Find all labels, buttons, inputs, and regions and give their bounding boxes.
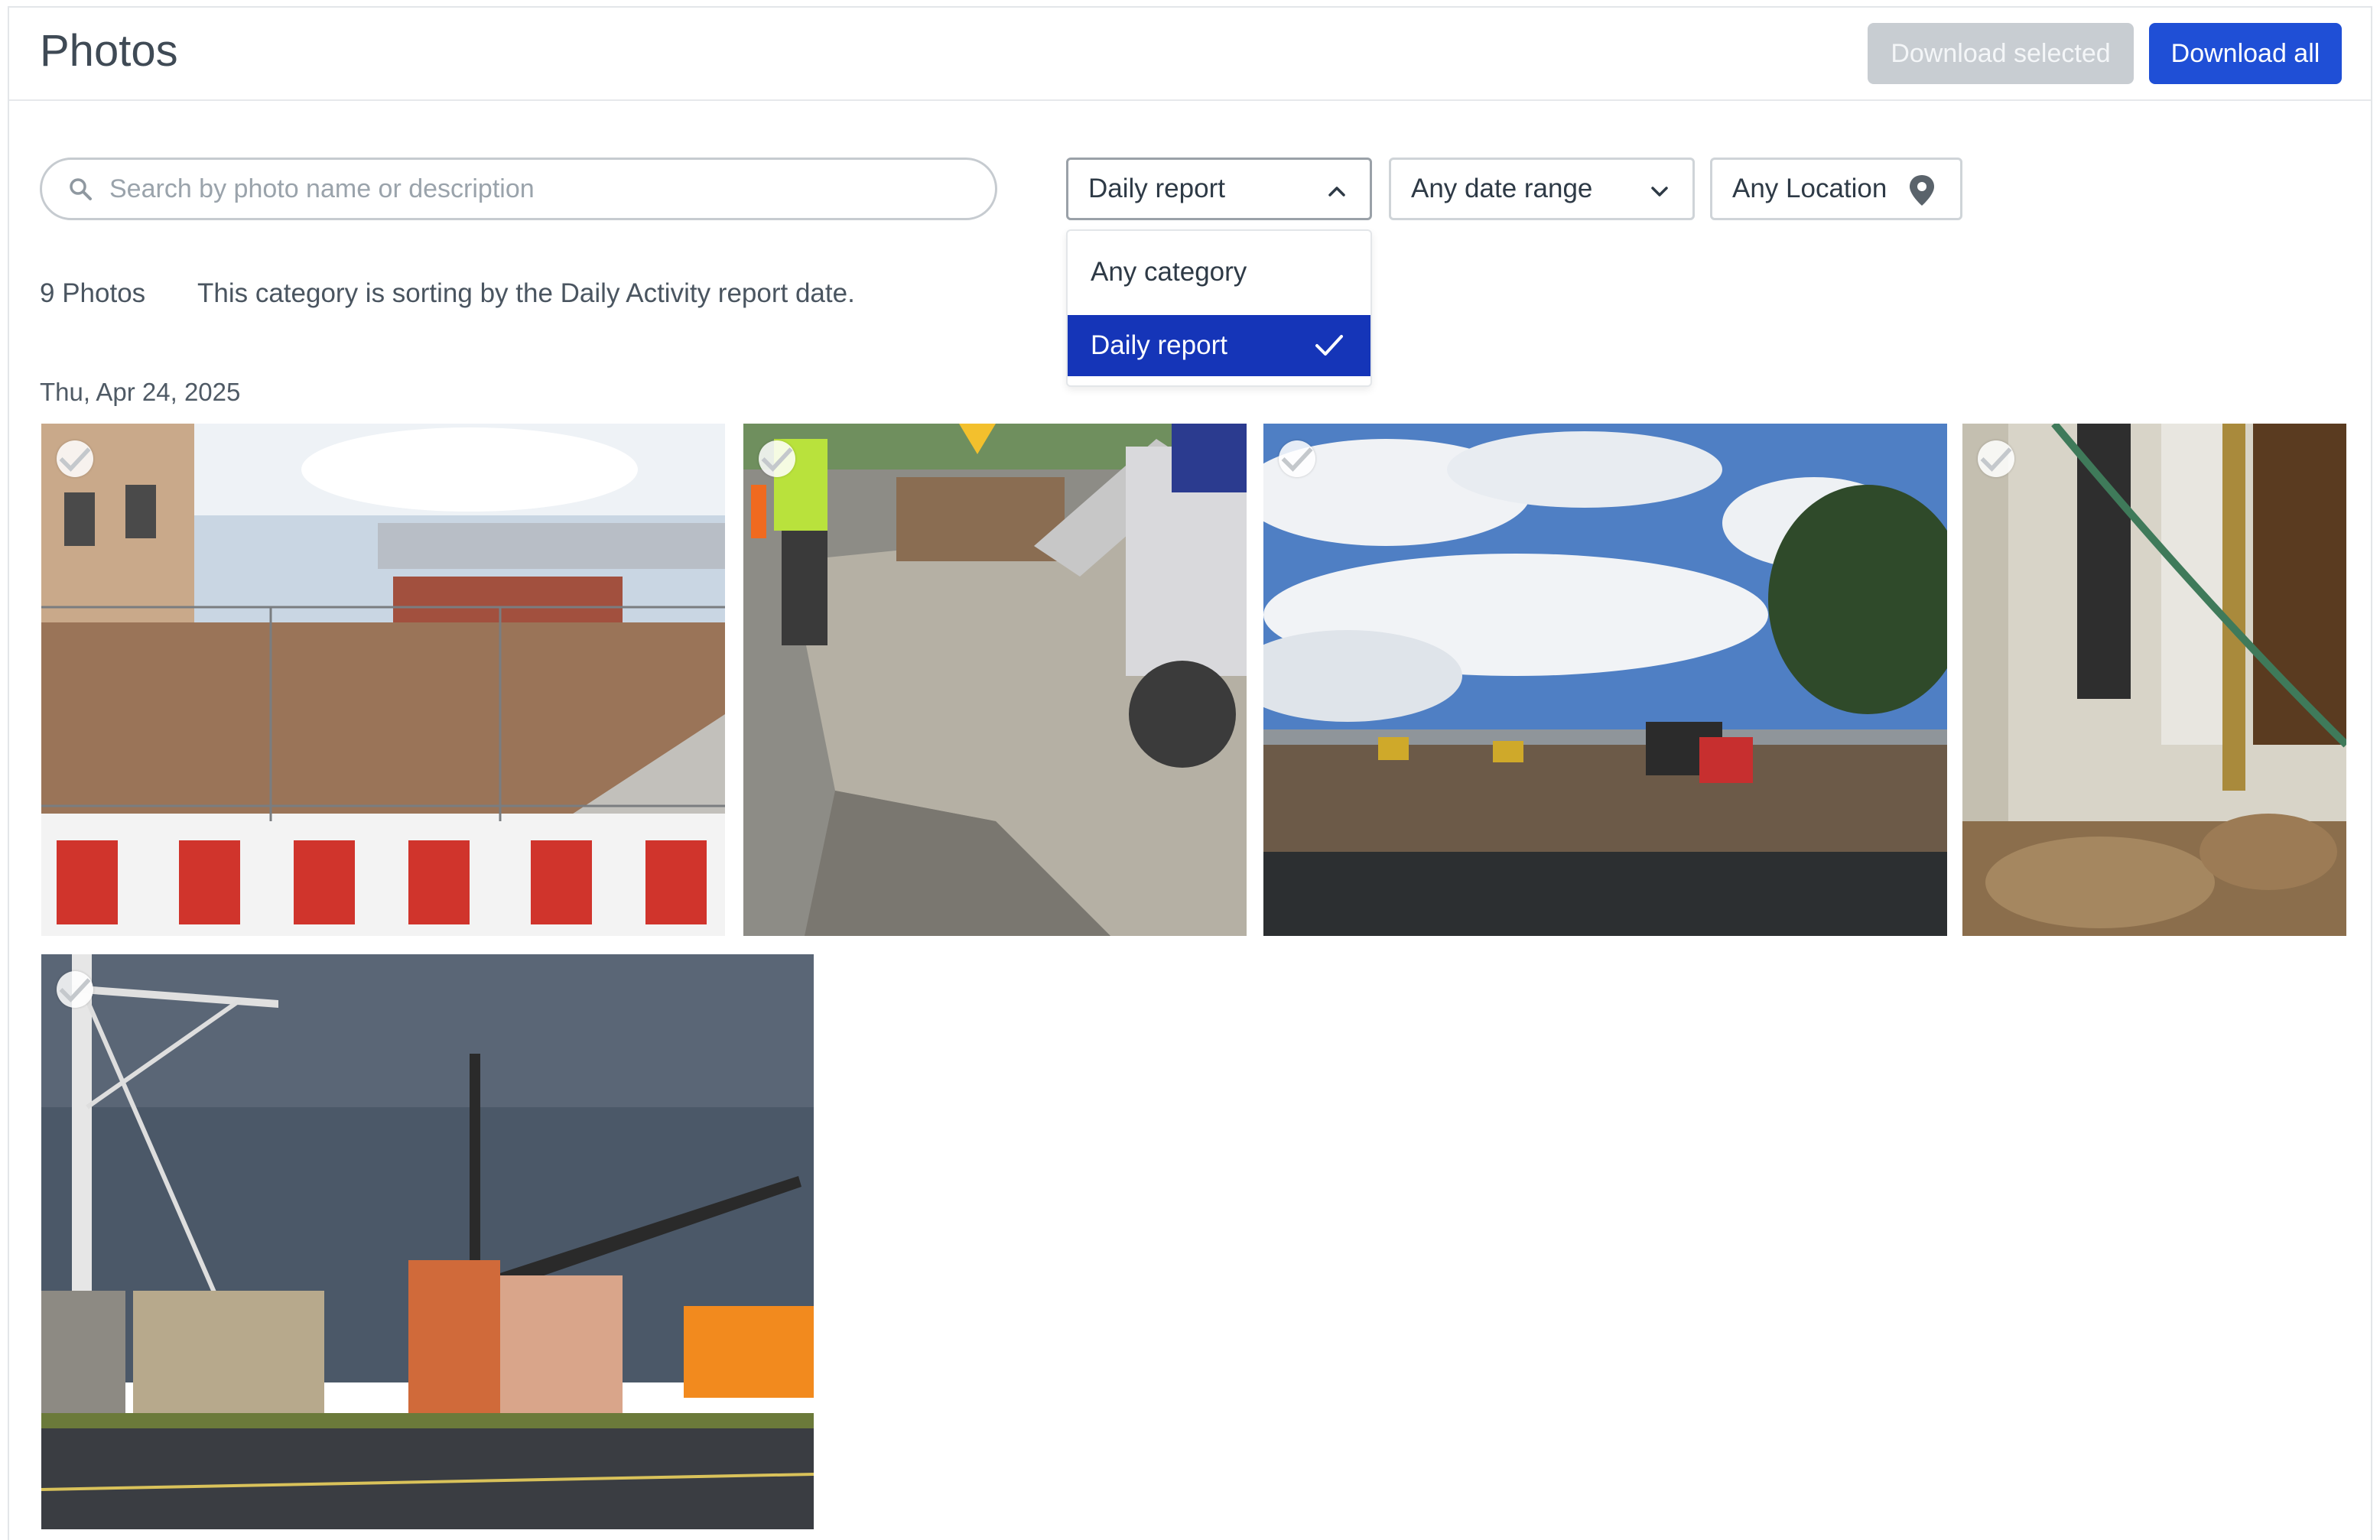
search-input[interactable]	[108, 173, 952, 205]
photo-tile[interactable]	[41, 954, 814, 1529]
check-icon	[1980, 447, 2012, 472]
sort-note: This category is sorting by the Daily Ac…	[197, 278, 855, 308]
photo-tile[interactable]	[743, 424, 1247, 936]
date-range-filter-value: Any date range	[1411, 174, 1593, 203]
dropdown-option-label: Daily report	[1091, 330, 1227, 360]
dropdown-option-daily-report[interactable]: Daily report	[1068, 315, 1370, 376]
page-header: Photos Download selected Download all	[9, 8, 2371, 101]
photo-image	[1263, 424, 1947, 936]
photo-tile[interactable]	[41, 424, 725, 936]
check-icon	[1281, 447, 1313, 472]
photo-count: 9 Photos	[40, 278, 146, 308]
photo-image	[743, 424, 1247, 936]
category-dropdown-menu: Any category Daily report	[1066, 229, 1372, 387]
check-icon	[59, 447, 91, 472]
location-pin-icon	[1910, 175, 1934, 206]
download-selected-button[interactable]: Download selected	[1868, 23, 2134, 84]
category-filter-value: Daily report	[1088, 174, 1225, 203]
dropdown-option-any-category[interactable]: Any category	[1068, 242, 1370, 303]
select-checkbox[interactable]	[57, 440, 93, 477]
category-filter[interactable]: Daily report	[1066, 158, 1372, 220]
download-all-button[interactable]: Download all	[2149, 23, 2342, 84]
photo-image	[1962, 424, 2346, 936]
location-filter[interactable]: Any Location	[1710, 158, 1962, 220]
checkmark-icon	[1315, 335, 1343, 356]
search-icon	[65, 174, 96, 204]
photos-page: Photos Download selected Download all Da…	[8, 6, 2372, 1540]
date-group-heading: Thu, Apr 24, 2025	[40, 378, 241, 406]
photo-tile[interactable]	[1962, 424, 2346, 936]
location-filter-value: Any Location	[1732, 174, 1887, 203]
select-checkbox[interactable]	[1279, 440, 1315, 477]
photo-image	[41, 954, 814, 1529]
chevron-up-icon	[1328, 187, 1345, 197]
photo-tile[interactable]	[1263, 424, 1947, 936]
dropdown-option-label: Any category	[1091, 257, 1247, 287]
check-icon	[761, 447, 793, 472]
chevron-down-icon	[1651, 187, 1668, 197]
photo-image	[41, 424, 725, 936]
select-checkbox[interactable]	[759, 440, 795, 477]
page-title: Photos	[40, 26, 178, 76]
select-checkbox[interactable]	[1978, 440, 2014, 477]
select-checkbox[interactable]	[57, 971, 93, 1008]
date-range-filter[interactable]: Any date range	[1389, 158, 1695, 220]
check-icon	[59, 978, 91, 1002]
search-box[interactable]	[40, 158, 997, 220]
